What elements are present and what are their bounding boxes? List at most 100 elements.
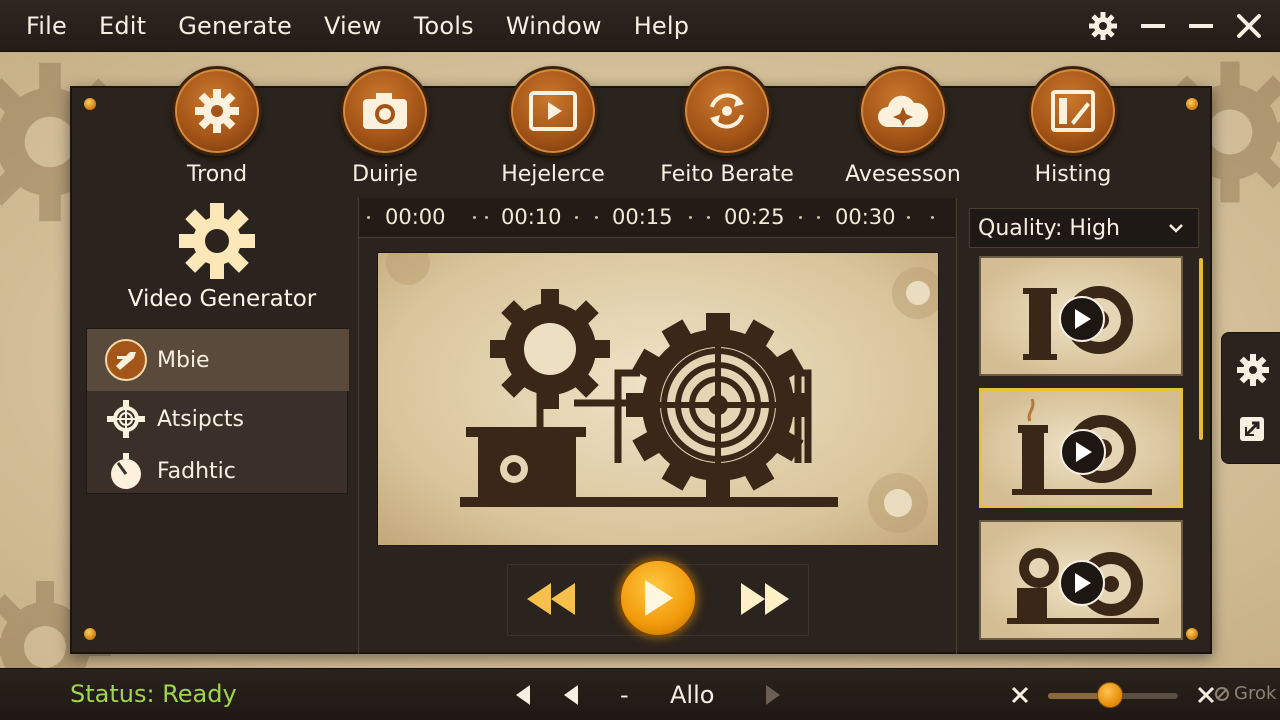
clip-panel: Quality: High [956,198,1212,654]
menu-generate[interactable]: Generate [178,12,292,40]
close-icon[interactable] [1236,13,1262,39]
timeline-tick [485,216,488,219]
status-bar: Status: Ready - Allo Grok [0,668,1280,720]
previous-icon [564,685,578,705]
step-forward-button[interactable] [764,669,782,720]
menu-file[interactable]: File [26,12,67,40]
video-frame-icon [529,91,577,131]
status-text: Status: Ready [70,680,237,708]
volume-slider-knob[interactable] [1097,682,1124,708]
watermark-text: Grok [1234,683,1277,704]
sidebar-item-label: Mbie [157,347,210,373]
tool-button[interactable] [682,66,772,156]
timeline-tick [575,216,578,219]
timeline-tick [689,216,692,219]
step-back-first-button[interactable] [514,669,532,720]
tool-label: Avesesson [845,162,961,187]
rewind-button[interactable] [523,576,579,622]
tool-button[interactable] [508,66,598,156]
fast-forward-button[interactable] [737,576,793,622]
clip-thumbnail[interactable] [979,388,1183,508]
play-icon[interactable] [1059,560,1105,606]
timeline-tick [931,216,934,219]
side-toolbar [1221,332,1280,464]
cloud-icon [878,95,929,127]
main-panel: Trond Duirje Hejelerce Feito Berate Aves… [70,66,1212,654]
tool-label: Hejelerce [501,162,605,187]
menu-edit[interactable]: Edit [99,12,146,40]
timeline-label: 00:15 [612,205,673,229]
play-icon [645,580,673,616]
tool-label: Feito Berate [660,162,794,187]
center-label: Allo [670,681,715,709]
window-controls [1088,0,1262,52]
play-icon[interactable] [1060,429,1106,475]
zoom-in-button[interactable] [1196,669,1216,720]
brush-icon [103,338,149,382]
tool-button[interactable] [340,66,430,156]
play-icon[interactable] [1059,296,1105,342]
editor-area: 00:00 00:10 00:15 00:25 00:30 [358,198,955,654]
sidebar-item-mbie[interactable]: Mbie [87,329,349,391]
tool-button[interactable] [1028,66,1118,156]
skip-back-icon [516,685,530,705]
refresh-icon [710,93,744,129]
sidebar-item-label: Fadhtic [157,458,236,484]
watermark: Grok [1214,683,1276,704]
tool-avesesson[interactable]: Avesesson [828,66,978,187]
tool-button[interactable] [172,66,262,156]
timeline-tick [595,216,598,219]
rivet [84,98,96,110]
timeline-tick [473,216,476,219]
maximize-icon[interactable] [1188,13,1214,39]
app-title: Video Generator [127,286,317,312]
grok-logo-icon [1215,686,1229,701]
fast-forward-icon [741,583,789,615]
next-icon [766,685,780,705]
sidebar-item-atsipcts[interactable]: Atsipcts [87,391,349,447]
tool-label: Histing [1034,162,1112,187]
timeline[interactable]: 00:00 00:10 00:15 00:25 00:30 [359,198,955,238]
export-icon[interactable] [1236,413,1268,445]
machine-illustration [386,253,938,533]
gear-icon [179,203,255,279]
target-icon [103,397,149,441]
sidebar-item-fadhtic[interactable]: Fadhtic [87,443,349,499]
gear-icon[interactable] [1088,11,1118,41]
tool-hejelerce[interactable]: Hejelerce [478,66,628,187]
transport-controls [359,556,955,654]
tool-feito-berate[interactable]: Feito Berate [652,66,802,187]
menu-bar: File Edit Generate View Tools Window Hel… [0,0,1280,52]
quality-dropdown[interactable]: Quality: High [969,208,1199,248]
zoom-out-button[interactable] [1010,669,1030,720]
gear-icon [195,89,239,133]
separator-text: - [620,681,629,709]
scrollbar-thumb[interactable] [1199,258,1203,440]
status-separator: - [620,669,629,720]
timeline-label: 00:25 [724,205,785,229]
rivet [1186,98,1198,110]
minimize-icon[interactable] [1140,13,1166,39]
menu-help[interactable]: Help [634,12,690,40]
gear-icon[interactable] [1236,353,1270,387]
step-back-button[interactable] [562,669,580,720]
timeline-tick [907,216,910,219]
timeline-tick [799,216,802,219]
rewind-icon [527,583,575,615]
menu-window[interactable]: Window [506,12,602,40]
tool-trond[interactable]: Trond [142,66,292,187]
edit-frame-icon [1051,90,1095,132]
tool-histing[interactable]: Histing [998,66,1148,187]
tool-button[interactable] [858,66,948,156]
clip-thumbnail[interactable] [979,256,1183,376]
timeline-label: 00:00 [385,205,446,229]
play-button[interactable] [619,559,697,637]
video-preview[interactable] [377,252,939,546]
menu-view[interactable]: View [324,12,382,40]
expand-icon [1197,686,1215,704]
chevron-down-icon [1169,224,1183,233]
tool-label: Trond [186,162,248,187]
tool-duirje[interactable]: Duirje [310,66,460,187]
menu-tools[interactable]: Tools [414,12,474,40]
clip-thumbnail[interactable] [979,520,1183,640]
